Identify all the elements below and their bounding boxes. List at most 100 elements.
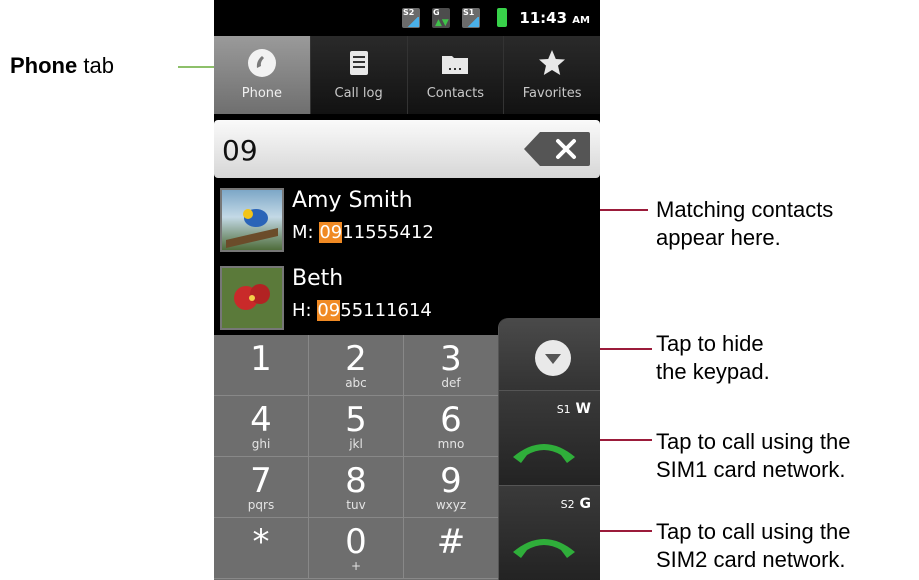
key-letters: +	[350, 559, 362, 573]
key-digit: 0	[345, 522, 367, 562]
key-digit: 7	[250, 461, 272, 501]
callout-sim1-line1: Tap to call using the	[656, 429, 851, 454]
tab-bar: Phone Call log Contacts Favorites	[214, 36, 600, 114]
key-hash[interactable]: #	[404, 518, 499, 579]
key-letters: ghi	[251, 437, 271, 451]
key-digit: 1	[250, 339, 272, 379]
contact-photo	[220, 266, 284, 330]
callout-hide-keypad: Tap to hide the keypad.	[656, 330, 770, 386]
callout-hide-line2: the keypad.	[656, 359, 770, 384]
contact-name: Amy Smith	[292, 188, 413, 213]
key-letters: abc	[345, 376, 367, 390]
callout-hide-line1: Tap to hide	[656, 331, 764, 356]
contacts-icon	[440, 48, 470, 78]
key-digit: *	[252, 522, 270, 562]
tab-call-log-label: Call log	[334, 86, 383, 101]
dialed-number-input[interactable]	[220, 130, 504, 170]
clock-time: 11:43	[519, 9, 568, 27]
contact-number-type: M:	[292, 222, 314, 243]
clock-ampm: AM	[572, 15, 590, 26]
contact-number-match: 09	[319, 222, 343, 243]
star-icon	[537, 48, 567, 78]
tab-phone-label: Phone	[241, 86, 283, 101]
key-4[interactable]: 4 ghi	[214, 396, 309, 457]
key-9[interactable]: 9 wxyz	[404, 457, 499, 518]
status-bar: S2 G ▲▼ S1 11:43 AM	[214, 0, 600, 36]
dial-keypad: 1 2 abc 3 def 4 ghi 5 jkl 6 mno 7 pqrs 8 tuv 9w…	[214, 335, 499, 580]
key-8[interactable]: 8 tuv	[309, 457, 404, 518]
tab-contacts-label: Contacts	[426, 86, 485, 101]
tab-contacts[interactable]: Contacts	[407, 36, 505, 114]
call-side-panel: S1 W S2 G	[498, 318, 600, 580]
call-sim1-label: S1 W	[557, 401, 591, 417]
call-sim2-label: S2 G	[561, 496, 591, 512]
contact-number: M: 0911555412	[292, 222, 434, 243]
key-letters: tuv	[346, 498, 366, 512]
backspace-icon	[524, 132, 590, 166]
callout-sim2-line	[596, 530, 652, 532]
callout-sim2-line1: Tap to call using the	[656, 519, 851, 544]
callout-matching-line2: appear here.	[656, 225, 781, 250]
sim2-network: G	[579, 496, 592, 512]
key-digit: 2	[345, 339, 367, 379]
key-3[interactable]: 3 def	[404, 335, 499, 396]
hide-keypad-button[interactable]	[499, 318, 600, 391]
callout-sim2: Tap to call using the SIM2 card network.	[656, 518, 850, 574]
key-2[interactable]: 2 abc	[309, 335, 404, 396]
key-letters: pqrs	[247, 498, 275, 512]
key-0[interactable]: 0 +	[309, 518, 404, 579]
key-letters: def	[441, 376, 461, 390]
backspace-button[interactable]	[522, 130, 592, 168]
call-sim2-button[interactable]: S2 G	[499, 486, 600, 580]
dial-field	[214, 120, 600, 178]
callout-sim1-line2: SIM1 card network.	[656, 457, 846, 482]
callout-hide-line	[596, 348, 652, 350]
clock: 11:43 AM	[519, 9, 590, 27]
key-7[interactable]: 7 pqrs	[214, 457, 309, 518]
chevron-down-icon	[535, 340, 571, 376]
key-star[interactable]: *	[214, 518, 309, 579]
key-letters: jkl	[349, 437, 363, 451]
contact-number: H: 0955111614	[292, 300, 432, 321]
key-digit: 6	[440, 400, 462, 440]
key-5[interactable]: 5 jkl	[309, 396, 404, 457]
key-digit: #	[436, 522, 466, 562]
sim1-network: W	[575, 401, 591, 417]
key-6[interactable]: 6 mno	[404, 396, 499, 457]
key-digit: 8	[345, 461, 367, 501]
tab-favorites-label: Favorites	[522, 86, 582, 101]
contact-number-match: 09	[317, 300, 341, 321]
key-digit: 9	[440, 461, 462, 501]
key-letters: mno	[437, 437, 465, 451]
call-handset-icon	[513, 444, 575, 463]
sim2-tag: S2	[403, 8, 415, 17]
call-handset-icon	[513, 539, 575, 558]
key-1[interactable]: 1	[214, 335, 309, 396]
tab-phone[interactable]: Phone	[214, 36, 311, 114]
contact-photo	[220, 188, 284, 252]
sim1-id: S1	[556, 403, 571, 416]
callout-sim1: Tap to call using the SIM1 card network.	[656, 428, 850, 484]
sim2-id: S2	[560, 498, 575, 511]
call-sim1-button[interactable]: S1 W	[499, 391, 600, 486]
phone-screen: S2 G ▲▼ S1 11:43 AM Phone Call log Conta…	[214, 0, 600, 580]
key-letters: wxyz	[435, 498, 467, 512]
callout-matching-line1: Matching contacts	[656, 197, 834, 222]
callout-phone-tab: Phone tab	[10, 52, 114, 80]
tab-call-log[interactable]: Call log	[310, 36, 408, 114]
callout-phone-tab-rest: tab	[77, 53, 114, 78]
contact-number-rest: 55111614	[340, 300, 432, 321]
contact-number-type: H:	[292, 300, 312, 321]
sim1-signal-icon: S1	[462, 8, 480, 28]
contact-row[interactable]: Amy Smith M: 0911555412	[214, 180, 600, 259]
callout-sim2-line2: SIM2 card network.	[656, 547, 846, 572]
key-digit: 3	[440, 339, 462, 379]
contact-number-rest: 11555412	[342, 222, 434, 243]
callout-phone-tab-bold: Phone	[10, 53, 78, 78]
data-sync-icon: G ▲▼	[432, 8, 450, 28]
sim2-signal-icon: S2	[402, 8, 420, 28]
call-log-icon	[344, 48, 374, 78]
tab-favorites[interactable]: Favorites	[504, 36, 600, 114]
contact-name: Beth	[292, 266, 344, 291]
callout-sim1-line	[596, 439, 652, 441]
